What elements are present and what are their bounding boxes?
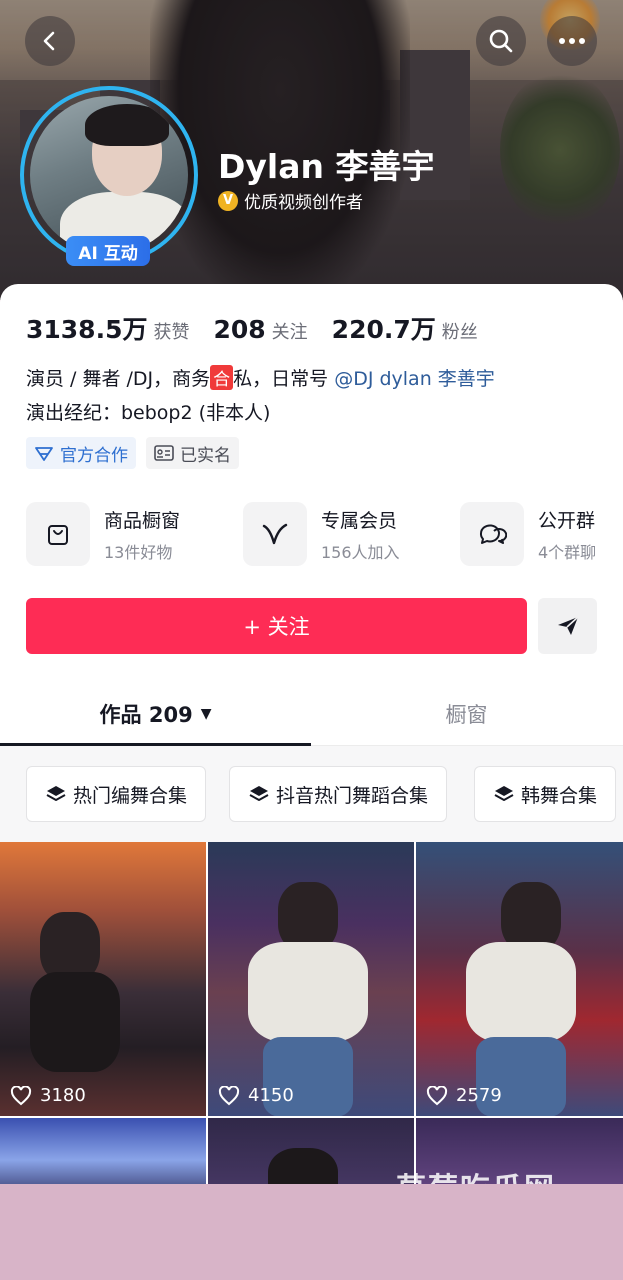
caret-down-icon: ▼ xyxy=(200,706,212,722)
send-arrow-icon xyxy=(557,616,579,635)
like-count: 4150 xyxy=(218,1085,294,1106)
follow-button[interactable]: + 关注 xyxy=(26,598,527,654)
search-icon xyxy=(489,29,513,53)
stat-likes[interactable]: 3138.5万 获赞 xyxy=(26,310,189,346)
more-options-button[interactable] xyxy=(547,16,597,66)
business-badge: 合 xyxy=(210,365,234,390)
share-button[interactable] xyxy=(538,598,597,654)
feature-entries: 商品橱窗 13件好物 专属会员 156人加入 公开群 4个群聊 xyxy=(26,502,623,566)
stat-label: 粉丝 xyxy=(441,322,478,343)
official-cooperation-icon xyxy=(35,447,53,461)
like-count-value: 4150 xyxy=(248,1085,294,1106)
bottom-bar xyxy=(0,1184,623,1280)
feature-public-group[interactable]: 公开群 4个群聊 xyxy=(460,502,596,566)
feature-icon-box xyxy=(243,502,307,566)
tag-official-cooperation[interactable]: 官方合作 xyxy=(26,437,136,469)
feature-icon-box xyxy=(460,502,524,566)
ai-interaction-badge[interactable]: AI 互动 xyxy=(66,236,150,266)
feature-subtitle: 156人加入 xyxy=(321,542,400,562)
group-chat-icon xyxy=(479,524,507,544)
collection-label: 韩舞合集 xyxy=(521,784,598,807)
tab-shop-window[interactable]: 橱窗 xyxy=(311,682,622,746)
like-count-value: 2579 xyxy=(456,1085,502,1106)
like-count-value: 3180 xyxy=(40,1085,86,1106)
video-thumbnail[interactable] xyxy=(0,1118,206,1184)
tab-label: 橱窗 xyxy=(445,703,488,727)
more-dots-icon xyxy=(559,38,585,44)
bio-line-1: 演员 / 舞者 /DJ，商务合私，日常号 @DJ dylan 李善宇 xyxy=(26,364,495,391)
collection-chip[interactable]: 韩舞合集 xyxy=(474,766,617,822)
stat-value: 220.7万 xyxy=(331,315,436,344)
like-count: 2579 xyxy=(426,1085,502,1106)
tag-label: 已实名 xyxy=(180,445,231,466)
content-tabs: 作品 209 ▼ 橱窗 xyxy=(0,682,623,746)
video-thumbnail[interactable]: 2579 xyxy=(416,842,623,1116)
mention-link[interactable]: @DJ dylan 李善宇 xyxy=(334,368,495,390)
heart-icon xyxy=(10,1085,32,1105)
profile-name: Dylan 李善宇 xyxy=(218,147,435,186)
verification-label: 优质视频创作者 xyxy=(244,193,363,213)
avatar-image xyxy=(30,96,188,254)
video-grid: 3180 4150 2579 xyxy=(0,842,623,1184)
search-button[interactable] xyxy=(476,16,526,66)
tag-label: 官方合作 xyxy=(60,445,128,466)
stat-label: 关注 xyxy=(271,322,308,343)
collection-chip[interactable]: 抖音热门舞蹈合集 xyxy=(229,766,448,822)
collection-label: 抖音热门舞蹈合集 xyxy=(276,784,429,807)
shopping-bag-icon xyxy=(48,525,68,545)
video-thumbnail[interactable] xyxy=(208,1118,414,1184)
collection-label: 热门编舞合集 xyxy=(73,784,188,807)
collections-row: 热门编舞合集 抖音热门舞蹈合集 韩舞合集 xyxy=(0,746,623,842)
heart-icon xyxy=(426,1085,448,1105)
layers-icon xyxy=(46,786,66,801)
feature-shop-window[interactable]: 商品橱窗 13件好物 xyxy=(26,502,180,566)
tag-real-name[interactable]: 已实名 xyxy=(146,437,239,469)
thumbnail-figure xyxy=(268,1148,338,1184)
avatar-hair xyxy=(85,104,169,146)
feature-title: 商品橱窗 xyxy=(104,509,181,532)
video-thumbnail[interactable]: 3180 xyxy=(0,842,206,1116)
stats-row: 3138.5万 获赞 208 关注 220.7万 粉丝 xyxy=(26,310,478,346)
tags-row: 官方合作 已实名 xyxy=(26,437,239,469)
bio-text: 演员 / 舞者 /DJ，商务 xyxy=(26,368,211,390)
feature-title: 专属会员 xyxy=(321,509,398,532)
member-v-icon xyxy=(262,523,288,545)
verification-row[interactable]: V 优质视频创作者 xyxy=(218,188,363,213)
heart-icon xyxy=(218,1085,240,1105)
layers-icon xyxy=(494,786,514,801)
bio-line-2: 演出经纪：bebop2 (非本人) xyxy=(26,402,271,424)
feature-title: 公开群 xyxy=(538,509,596,532)
chevron-left-icon xyxy=(43,31,55,51)
bio-text: 私，日常号 xyxy=(233,368,335,390)
video-thumbnail[interactable]: 4150 xyxy=(208,842,414,1116)
thumbnail-figure xyxy=(30,972,120,1072)
profile-card: 3138.5万 获赞 208 关注 220.7万 粉丝 演员 / 舞者 /DJ，商务合… xyxy=(0,284,623,1184)
feature-membership[interactable]: 专属会员 156人加入 xyxy=(243,502,400,566)
back-button[interactable] xyxy=(25,16,75,66)
tab-works[interactable]: 作品 209 ▼ xyxy=(0,682,311,746)
stat-label: 获赞 xyxy=(153,322,190,343)
tab-label: 作品 209 xyxy=(99,703,193,727)
id-card-icon xyxy=(154,445,174,461)
feature-subtitle: 4个群聊 xyxy=(538,542,597,562)
collection-chip[interactable]: 热门编舞合集 xyxy=(26,766,207,822)
layers-icon xyxy=(249,786,269,801)
stat-value: 208 xyxy=(213,315,266,344)
feature-icon-box xyxy=(26,502,90,566)
stat-following[interactable]: 208 关注 xyxy=(213,315,307,344)
stat-value: 3138.5万 xyxy=(26,315,148,344)
stat-followers[interactable]: 220.7万 粉丝 xyxy=(332,310,478,346)
feature-subtitle: 13件好物 xyxy=(104,542,173,562)
verified-v-icon: V xyxy=(218,190,238,211)
thumbnail-figure xyxy=(466,942,576,1042)
thumbnail-figure xyxy=(248,942,368,1042)
like-count: 3180 xyxy=(10,1085,86,1106)
